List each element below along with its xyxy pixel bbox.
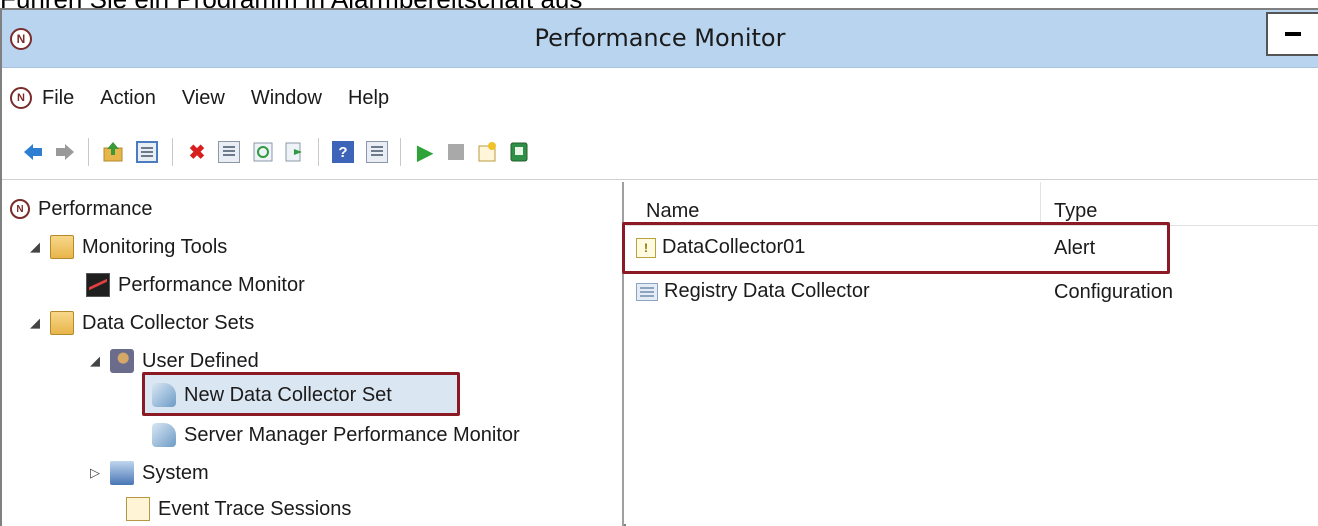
performance-graph-icon (86, 273, 110, 297)
collapse-arrow-icon[interactable]: ▷ (86, 465, 104, 481)
start-icon[interactable]: ▶ (414, 141, 436, 164)
data-collector-set-icon (152, 383, 176, 407)
up-folder-icon[interactable] (102, 141, 124, 163)
system-menu-icon[interactable]: N (10, 87, 32, 109)
title-bar[interactable]: N Performance Monitor (2, 10, 1318, 68)
tree-item-data-collector-sets[interactable]: ◢ Data Collector Sets (26, 306, 254, 340)
expand-arrow-icon[interactable]: ◢ (26, 239, 44, 255)
new-data-collector-icon[interactable] (476, 141, 498, 163)
delete-icon[interactable]: ✖ (186, 141, 208, 164)
menu-view[interactable]: View (182, 87, 225, 110)
monitoring-tools-icon (50, 235, 74, 259)
expand-arrow-icon[interactable]: ◢ (86, 353, 104, 369)
data-collector-sets-icon (50, 311, 74, 335)
tree-label: Performance Monitor (118, 273, 305, 296)
minimize-button[interactable] (1266, 12, 1318, 56)
row-name-text: Registry Data Collector (664, 280, 870, 302)
tree-label: Event Trace Sessions (158, 497, 352, 520)
menu-help[interactable]: Help (348, 87, 389, 110)
list-header: Name Type (626, 182, 1318, 226)
forward-arrow-icon[interactable] (54, 141, 76, 163)
tree-item-event-trace-sessions[interactable]: Event Trace Sessions (126, 492, 351, 526)
help-icon[interactable]: ? (332, 141, 354, 163)
expand-arrow-icon[interactable]: ◢ (26, 315, 44, 331)
minimize-icon (1285, 32, 1301, 36)
column-header-type[interactable]: Type (1054, 200, 1097, 223)
menu-bar: N File Action View Window Help (2, 80, 1318, 116)
toolbar-separator (172, 138, 173, 166)
toolbar-separator (400, 138, 401, 166)
show-hide-action-pane-icon[interactable] (366, 141, 388, 163)
tree-label: Data Collector Sets (82, 311, 255, 334)
menu-file[interactable]: File (42, 87, 74, 110)
properties-icon[interactable] (218, 141, 240, 163)
performance-icon: N (10, 199, 30, 219)
tree-label: Server Manager Performance Monitor (184, 423, 520, 446)
column-divider[interactable] (1040, 182, 1041, 226)
list-item-type: Alert (1054, 237, 1096, 259)
menu-action[interactable]: Action (100, 87, 156, 110)
list-row-datacollector01[interactable]: ! DataCollector01 Alert (626, 232, 1318, 266)
stop-icon[interactable] (448, 144, 464, 160)
tree-label: Monitoring Tools (82, 235, 228, 258)
tree-label: Performance (38, 197, 153, 220)
toolbar-separator (318, 138, 319, 166)
column-header-name[interactable]: Name (646, 200, 699, 223)
refresh-icon[interactable] (252, 141, 274, 163)
details-pane: Name Type ! DataCollector01 Alert Regist… (622, 182, 1318, 526)
list-row-registry-data-collector[interactable]: Registry Data Collector Configuration (626, 276, 1318, 310)
system-folder-icon (110, 461, 134, 485)
row-name-text: DataCollector01 (662, 236, 806, 258)
tree-item-server-manager-performance-monitor[interactable]: Server Manager Performance Monitor (152, 418, 520, 452)
show-hide-console-tree-icon[interactable] (136, 141, 158, 163)
list-item-type: Configuration (1054, 281, 1173, 303)
tree-item-performance[interactable]: N Performance (10, 192, 153, 226)
toolbar: ✖ ? ▶ (2, 122, 1318, 180)
tree-label: System (142, 461, 209, 484)
performance-monitor-window: N Performance Monitor N File Action View… (0, 8, 1318, 526)
menu-window[interactable]: Window (251, 87, 322, 110)
tree-item-new-data-collector-set[interactable]: New Data Collector Set (152, 378, 392, 412)
list-item-name: ! DataCollector01 (636, 236, 805, 259)
tree-label: New Data Collector Set (184, 383, 392, 406)
event-trace-icon (126, 497, 150, 521)
latest-report-icon[interactable] (508, 141, 530, 163)
user-defined-icon (110, 349, 134, 373)
export-list-icon[interactable] (284, 141, 306, 163)
tree-item-performance-monitor[interactable]: Performance Monitor (86, 268, 305, 302)
back-arrow-icon[interactable] (22, 141, 44, 163)
list-item-name: Registry Data Collector (636, 280, 870, 303)
alert-collector-icon: ! (636, 237, 656, 258)
window-title: Performance Monitor (534, 24, 786, 52)
toolbar-separator (88, 138, 89, 166)
registry-collector-icon (636, 282, 658, 301)
tree-label: User Defined (142, 349, 259, 372)
data-collector-set-icon (152, 423, 176, 447)
tree-item-monitoring-tools[interactable]: ◢ Monitoring Tools (26, 230, 227, 264)
tree-item-system[interactable]: ▷ System (86, 456, 209, 490)
console-tree: N Performance ◢ Monitoring Tools Perform… (2, 182, 624, 526)
